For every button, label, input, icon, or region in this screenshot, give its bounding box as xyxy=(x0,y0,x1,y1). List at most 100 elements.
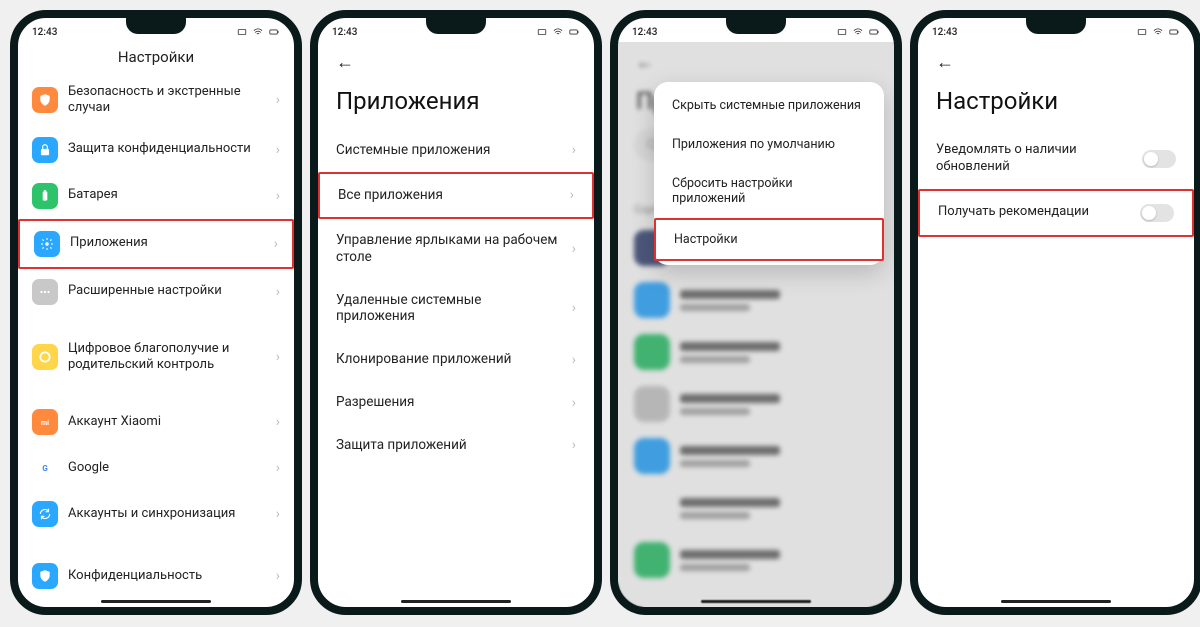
status-icons xyxy=(236,27,280,37)
camera-icon xyxy=(1136,27,1148,37)
phone-1: 12:43 Настройки Безопасность и экстренны… xyxy=(10,10,302,615)
phone-2: 12:43 ← Приложения Системные приложения›… xyxy=(310,10,602,615)
row-label: Цифровое благополучие и родительский кон… xyxy=(68,341,266,374)
settings-row-c-1[interactable]: G Google › xyxy=(18,445,294,491)
camera-icon xyxy=(836,27,848,37)
battery-icon xyxy=(1168,27,1180,37)
apps-row-0[interactable]: Системные приложения› xyxy=(318,129,594,172)
chevron-right-icon: › xyxy=(276,188,280,204)
back-button[interactable]: ← xyxy=(332,48,358,77)
chevron-right-icon: › xyxy=(276,284,280,300)
apps-row-2[interactable]: Управление ярлыками на рабочем столе› xyxy=(318,219,594,279)
chevron-right-icon: › xyxy=(274,236,278,252)
apps-row-4[interactable]: Клонирование приложений › xyxy=(318,338,594,381)
settings-row-a-3[interactable]: Приложения› xyxy=(18,219,294,269)
home-indicator xyxy=(401,600,511,604)
chevron-right-icon: › xyxy=(572,395,576,411)
row-label: Клонирование приложений xyxy=(336,351,562,368)
row-label: Безопасность и экстренные случаи xyxy=(68,84,266,117)
context-menu: Скрыть системные приложенияПриложения по… xyxy=(654,82,884,265)
status-icons xyxy=(836,27,880,37)
status-time: 12:43 xyxy=(332,27,357,38)
settings-screen: Настройки Безопасность и экстренные случ… xyxy=(18,42,294,607)
row-label: Аккаунт Xiaomi xyxy=(68,414,266,430)
chevron-right-icon: › xyxy=(276,349,280,365)
chevron-right-icon: › xyxy=(276,92,280,108)
settings-row-a-2[interactable]: Батарея › xyxy=(18,173,294,219)
apps-row-5[interactable]: Разрешения › xyxy=(318,381,594,424)
chevron-right-icon: › xyxy=(276,460,280,476)
settings-row-a-4[interactable]: Расширенные настройки› xyxy=(18,269,294,315)
toggle-row-0: Уведомлять о наличии обновлений xyxy=(918,129,1194,189)
chevron-right-icon: › xyxy=(572,352,576,368)
dots-icon xyxy=(32,279,58,305)
chevron-right-icon: › xyxy=(276,506,280,522)
g-icon: G xyxy=(32,455,58,481)
row-label: Аккаунты и синхронизация xyxy=(68,506,266,522)
row-label: Все приложения xyxy=(338,187,560,204)
battery-icon xyxy=(868,27,880,37)
apps-row-3[interactable]: Удаленные системные приложения› xyxy=(318,279,594,339)
mi-icon: mi xyxy=(32,409,58,435)
toggle-list: Уведомлять о наличии обновлений Получать … xyxy=(918,129,1194,607)
app-settings-screen: ← Настройки Уведомлять о наличии обновле… xyxy=(918,42,1194,607)
camera-icon xyxy=(236,27,248,37)
status-time: 12:43 xyxy=(632,27,657,38)
toggle-switch[interactable] xyxy=(1140,204,1174,222)
battery-icon xyxy=(32,183,58,209)
settings-row-c-0[interactable]: miАккаунт Xiaomi› xyxy=(18,399,294,445)
chevron-right-icon: › xyxy=(570,187,574,203)
settings-row-b-0[interactable]: Цифровое благополучие и родительский кон… xyxy=(18,331,294,384)
chevron-right-icon: › xyxy=(572,437,576,453)
toggle-label: Получать рекомендации xyxy=(938,204,1128,221)
status-bar: 12:43 xyxy=(18,18,294,42)
chevron-right-icon: › xyxy=(276,142,280,158)
row-label: Батарея xyxy=(68,187,266,203)
status-icons xyxy=(1136,27,1180,37)
status-bar: 12:43 xyxy=(918,18,1194,42)
svg-text:mi: mi xyxy=(41,419,49,427)
shield-icon xyxy=(32,563,58,589)
row-label: Системные приложения xyxy=(336,142,562,159)
header: ← xyxy=(318,42,594,87)
page-title: Настройки xyxy=(918,87,1194,129)
wifi-icon xyxy=(1152,27,1164,37)
status-time: 12:43 xyxy=(932,27,957,38)
menu-item-0[interactable]: Скрыть системные приложения xyxy=(654,86,884,125)
battery-icon xyxy=(568,27,580,37)
gear-icon xyxy=(34,231,60,257)
row-label: Разрешения xyxy=(336,394,562,411)
settings-row-c-2[interactable]: Аккаунты и синхронизация › xyxy=(18,491,294,537)
toggle-switch[interactable] xyxy=(1142,150,1176,168)
menu-item-2[interactable]: Сбросить настройки приложений xyxy=(654,164,884,218)
home-indicator xyxy=(101,600,211,604)
menu-item-3[interactable]: Настройки xyxy=(654,218,884,261)
page-title: Приложения xyxy=(318,87,594,129)
all-apps-screen: ← Пр Сортировка по имени приложения Скры… xyxy=(618,42,894,607)
chevron-right-icon: › xyxy=(276,568,280,584)
wifi-icon xyxy=(252,27,264,37)
row-label: Google xyxy=(68,460,266,476)
status-bar: 12:43 xyxy=(318,18,594,42)
menu-item-1[interactable]: Приложения по умолчанию xyxy=(654,125,884,164)
row-label: Удаленные системные приложения xyxy=(336,292,562,326)
chevron-right-icon: › xyxy=(572,241,576,257)
settings-list: Безопасность и экстренные случаи›Защита … xyxy=(18,74,294,607)
settings-row-d-0[interactable]: Конфиденциальность› xyxy=(18,553,294,599)
back-button[interactable]: ← xyxy=(932,48,958,77)
camera-icon xyxy=(536,27,548,37)
toggle-label: Уведомлять о наличии обновлений xyxy=(936,142,1130,176)
page-title: Настройки xyxy=(18,42,294,74)
settings-row-a-0[interactable]: Безопасность и экстренные случаи › xyxy=(18,74,294,127)
apps-row-1[interactable]: Все приложения › xyxy=(318,172,594,219)
settings-row-a-1[interactable]: Защита конфиденциальности › xyxy=(18,127,294,173)
status-time: 12:43 xyxy=(32,27,57,38)
battery-icon xyxy=(268,27,280,37)
svg-text:G: G xyxy=(42,463,48,473)
row-label: Защита конфиденциальности xyxy=(68,141,266,157)
shield-icon xyxy=(32,87,58,113)
apps-screen: ← Приложения Системные приложения›Все пр… xyxy=(318,42,594,607)
toggle-row-1: Получать рекомендации xyxy=(918,189,1194,237)
apps-row-6[interactable]: Защита приложений› xyxy=(318,424,594,467)
phone-3: 12:43 ← Пр Сортировка по имени приложени… xyxy=(610,10,902,615)
